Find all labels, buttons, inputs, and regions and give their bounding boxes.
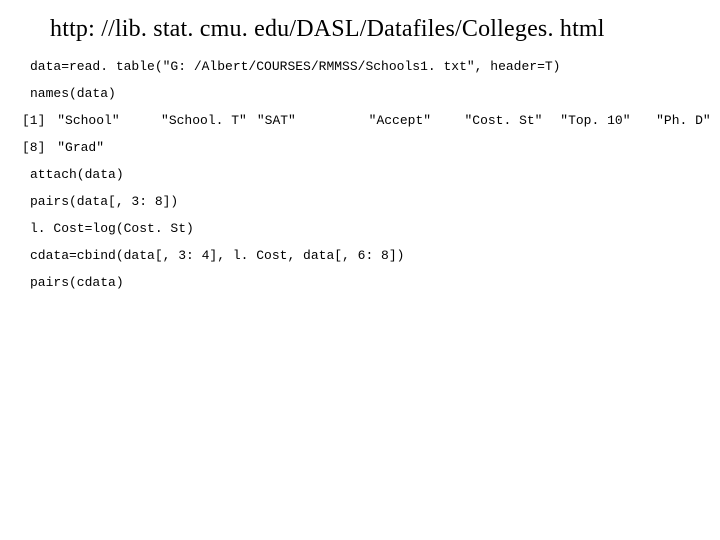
code-line: data=read. table("G: /Albert/COURSES/RMM… [30, 60, 716, 73]
slide-page: http: //lib. stat. cmu. edu/DASL/Datafil… [0, 0, 720, 540]
col-name: "SAT" [257, 114, 361, 127]
names-output-row: [8] "Grad" [30, 141, 716, 154]
col-name: "Accept" [369, 114, 457, 127]
col-name: "Top. 10" [560, 114, 648, 127]
code-line: pairs(data[, 3: 8]) [30, 195, 716, 208]
col-name: "Cost. St" [464, 114, 552, 127]
names-output-row: [1] "School" "School. T" "SAT" "Accept" … [30, 114, 716, 127]
code-line: l. Cost=log(Cost. St) [30, 222, 716, 235]
col-name: "Ph. D" [656, 114, 716, 127]
code-line: attach(data) [30, 168, 716, 181]
code-line: cdata=cbind(data[, 3: 4], l. Cost, data[… [30, 249, 716, 262]
code-block: data=read. table("G: /Albert/COURSES/RMM… [30, 60, 716, 303]
code-line: names(data) [30, 87, 716, 100]
col-name: "Grad" [57, 141, 153, 154]
col-name: "School" [57, 114, 153, 127]
row-index: [1] [22, 114, 45, 127]
col-name: "School. T" [161, 114, 249, 127]
page-title: http: //lib. stat. cmu. edu/DASL/Datafil… [50, 16, 605, 43]
code-line: pairs(cdata) [30, 276, 716, 289]
row-index: [8] [22, 141, 45, 154]
